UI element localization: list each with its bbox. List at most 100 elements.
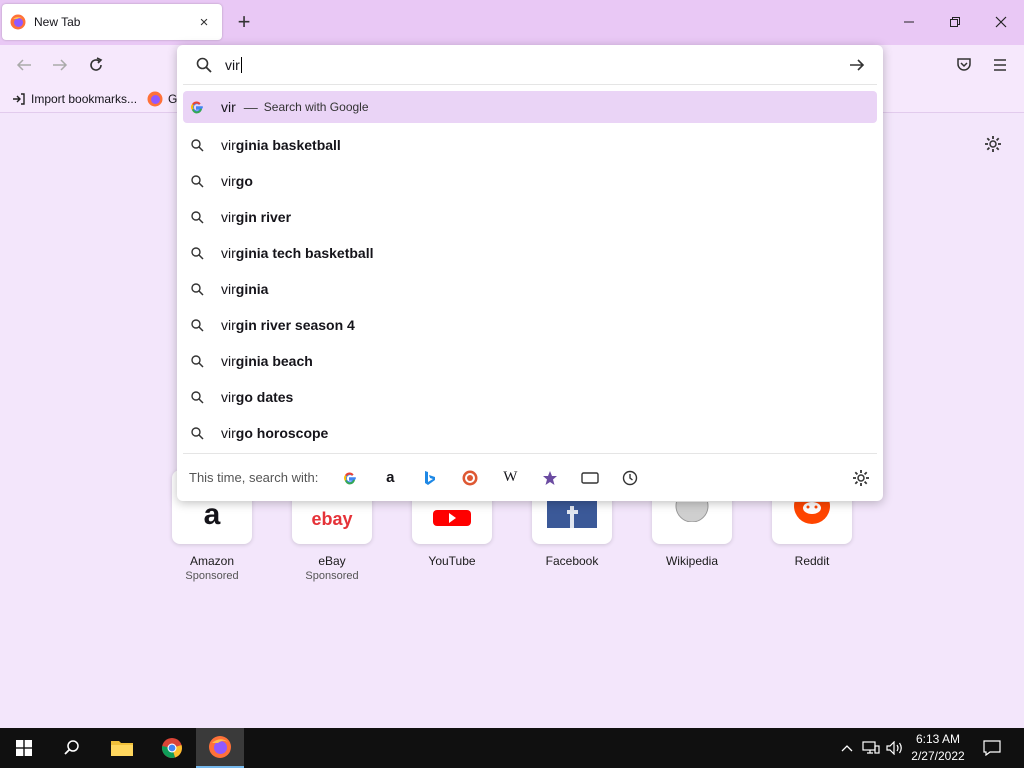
import-bookmarks-item[interactable]: Import bookmarks... [12, 92, 137, 106]
suggestion-completion: gin river [235, 209, 292, 225]
network-icon [862, 741, 880, 754]
suggestion-row[interactable]: vir go dates [183, 379, 877, 415]
search-icon [189, 353, 205, 369]
search-icon [64, 740, 79, 755]
page-settings-gear-icon[interactable] [983, 134, 1003, 154]
suggestion-completion: ginia beach [235, 353, 313, 369]
urlbar-typed-text: vir [225, 56, 240, 73]
tabs-icon[interactable] [578, 466, 602, 490]
network-tray-button[interactable] [860, 728, 882, 768]
suggestion-completion: gin river season 4 [235, 317, 355, 333]
clock-time: 6:13 AM [915, 732, 961, 746]
chrome-taskbar-button[interactable] [148, 728, 196, 768]
bing-icon[interactable] [418, 466, 442, 490]
notifications-button[interactable] [980, 728, 1004, 768]
suggestion-typed: vir [221, 173, 236, 189]
show-hidden-icons-button[interactable] [838, 728, 856, 768]
search-icon [189, 317, 205, 333]
duckduckgo-icon[interactable] [458, 466, 482, 490]
shortcut-label: Facebook [545, 554, 599, 568]
clock-date: 2/27/2022 [911, 749, 965, 763]
search-icon [189, 137, 205, 153]
suggestion-completion: ginia tech basketball [235, 245, 374, 261]
bookmarks-icon[interactable] [538, 466, 562, 490]
search-icon [189, 281, 205, 297]
suggestion-typed: vir [221, 389, 236, 405]
pocket-icon [957, 58, 971, 71]
firefox-taskbar-button[interactable] [196, 728, 244, 768]
suggestion-row[interactable]: vir ginia basketball [183, 127, 877, 163]
shortcut-label: YouTube [428, 554, 476, 568]
forward-button[interactable] [48, 53, 72, 77]
shortcut-label: Amazon [189, 554, 235, 568]
close-window-button[interactable] [986, 8, 1016, 36]
new-tab-button[interactable]: + [232, 9, 256, 34]
search-with-google-result[interactable]: vir — Search with Google [183, 91, 877, 123]
suggestion-row[interactable]: vir go [183, 163, 877, 199]
firefox-icon [147, 91, 163, 106]
suggestion-completion: go dates [235, 389, 294, 405]
file-explorer-button[interactable] [98, 728, 146, 768]
history-icon[interactable] [618, 466, 642, 490]
search-settings-gear-icon[interactable] [851, 468, 871, 488]
taskbar-clock[interactable]: 6:13 AM 2/27/2022 [900, 731, 976, 765]
suggestion-typed: vir [221, 281, 236, 297]
result-separator: — [243, 99, 258, 115]
search-icon [189, 425, 205, 441]
suggestion-row[interactable]: vir gin river season 4 [183, 307, 877, 343]
results-list: vir — Search with Google vir ginia basket… [177, 85, 883, 451]
suggestion-row[interactable]: vir ginia tech basketball [183, 235, 877, 271]
shortcut-sponsored-label: Sponsored [185, 570, 239, 582]
suggestion-typed: vir [221, 317, 236, 333]
go-arrow-icon[interactable] [847, 55, 867, 75]
suggestion-typed: vir [221, 245, 236, 261]
back-button[interactable] [12, 53, 36, 77]
suggestion-completion: ginia [235, 281, 269, 297]
chrome-icon [162, 738, 182, 758]
amazon-icon[interactable]: a [378, 466, 402, 490]
shortcut-label: Wikipedia [665, 554, 719, 568]
taskbar: 6:13 AM 2/27/2022 [0, 728, 1024, 768]
shortcut-label: Reddit [794, 554, 830, 568]
suggestion-row[interactable]: vir gin river [183, 199, 877, 235]
firefox-icon [209, 736, 231, 758]
wikipedia-globe-icon [675, 502, 709, 522]
pocket-button[interactable] [952, 53, 976, 77]
wikipedia-glyph: W [503, 469, 518, 485]
suggestion-row[interactable]: vir go horoscope [183, 415, 877, 451]
suggestion-row[interactable]: vir ginia beach [183, 343, 877, 379]
wikipedia-icon[interactable]: W [498, 466, 522, 490]
back-arrow-icon [16, 59, 31, 71]
search-icon [189, 389, 205, 405]
tab-close-button[interactable]: × [194, 12, 214, 32]
menu-button[interactable] [988, 53, 1012, 77]
tab-title: New Tab [34, 15, 81, 29]
forward-arrow-icon [53, 59, 68, 71]
action-center-icon [983, 740, 1001, 756]
bookmark-firefox-item[interactable]: G [147, 91, 177, 107]
reload-icon [90, 57, 103, 71]
search-taskbar-button[interactable] [48, 728, 96, 768]
urlbar-input[interactable]: vir [225, 56, 847, 73]
tab-new-tab[interactable]: New Tab × [2, 4, 222, 40]
start-button[interactable] [0, 728, 48, 768]
hamburger-menu-icon [994, 59, 1006, 71]
import-icon [13, 92, 25, 105]
ebay-logo-icon: ebay [311, 509, 353, 529]
suggestion-row[interactable]: vir ginia [183, 271, 877, 307]
shortcut-sponsored-label: Sponsored [305, 570, 359, 582]
suggestion-typed: vir [221, 425, 236, 441]
suggestion-typed: vir [221, 353, 236, 369]
bookmark-label: G [168, 91, 178, 106]
urlbar[interactable]: vir [183, 45, 877, 85]
reload-button[interactable] [84, 53, 108, 77]
minimize-button[interactable] [894, 8, 924, 36]
one-off-search-bar: This time, search with: a W [183, 453, 877, 501]
google-icon[interactable] [338, 466, 362, 490]
amazon-logo-icon: a [203, 498, 221, 531]
suggestion-completion: go [235, 173, 253, 189]
youtube-logo-icon [433, 510, 471, 526]
urlbar-popup: vir vir — Search with Google vir ginia ba… [177, 45, 883, 501]
search-icon [196, 57, 212, 73]
maximize-button[interactable] [940, 8, 970, 36]
